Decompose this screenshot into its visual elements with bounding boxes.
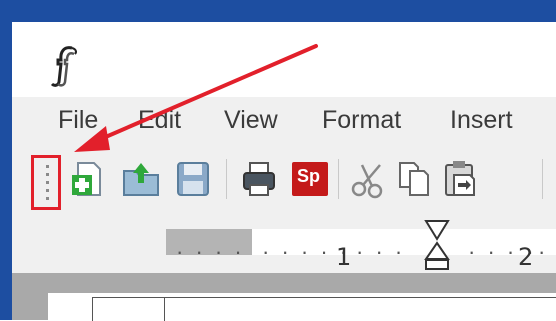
ruler-ticks: · · ·	[356, 239, 406, 264]
paste-icon[interactable]	[442, 159, 480, 199]
table-cell[interactable]	[164, 297, 556, 321]
menu-view[interactable]: View	[224, 106, 278, 135]
menu-file[interactable]: File	[58, 106, 98, 135]
ruler-ticks: ·	[538, 239, 549, 264]
menu-bar: File Edit View Format Insert	[12, 97, 556, 145]
menu-edit[interactable]: Edit	[138, 106, 181, 135]
grip-dot	[46, 189, 49, 192]
spell-check-label: Sp	[297, 166, 321, 186]
copy-icon[interactable]	[396, 159, 434, 199]
grip-dot	[46, 197, 49, 200]
ruler-mark-1: 1	[336, 243, 352, 271]
spell-check-icon[interactable]: Sp	[292, 162, 328, 196]
ruler-margin: · · · ·	[166, 229, 252, 264]
window-frame-left	[0, 0, 12, 320]
document-area	[12, 273, 556, 321]
toolbar-separator	[338, 159, 339, 199]
ruler-body: · · · · · 1 · · · · · · · 2 ·	[252, 229, 556, 271]
toolbar-separator	[542, 159, 543, 199]
grip-dot	[46, 173, 49, 176]
grip-dot	[46, 181, 49, 184]
menu-insert[interactable]: Insert	[450, 106, 513, 135]
print-icon[interactable]	[240, 159, 278, 199]
open-folder-icon[interactable]	[122, 159, 160, 199]
toolbar-grip-handle[interactable]	[31, 155, 61, 210]
grip-dot	[46, 165, 49, 168]
table-cell[interactable]	[92, 297, 165, 321]
new-document-icon[interactable]	[68, 159, 106, 199]
save-icon[interactable]	[174, 159, 212, 199]
window-frame-top	[0, 0, 556, 22]
indent-marker-icon[interactable]	[424, 219, 450, 271]
horizontal-ruler: · · · · · · · · · 1 · · · · · · · 2 ·	[12, 213, 556, 273]
ruler-mark-2: 2	[518, 243, 534, 271]
title-bar	[12, 22, 556, 97]
toolbar-separator	[226, 159, 227, 199]
menu-format[interactable]: Format	[322, 106, 401, 135]
app-logo-icon[interactable]	[48, 44, 84, 90]
app-window: File Edit View Format Insert Sp · · · · …	[12, 22, 556, 321]
ruler-ticks: · · · ·	[176, 239, 245, 264]
standard-toolbar: Sp	[12, 145, 556, 213]
cut-icon[interactable]	[350, 159, 388, 199]
